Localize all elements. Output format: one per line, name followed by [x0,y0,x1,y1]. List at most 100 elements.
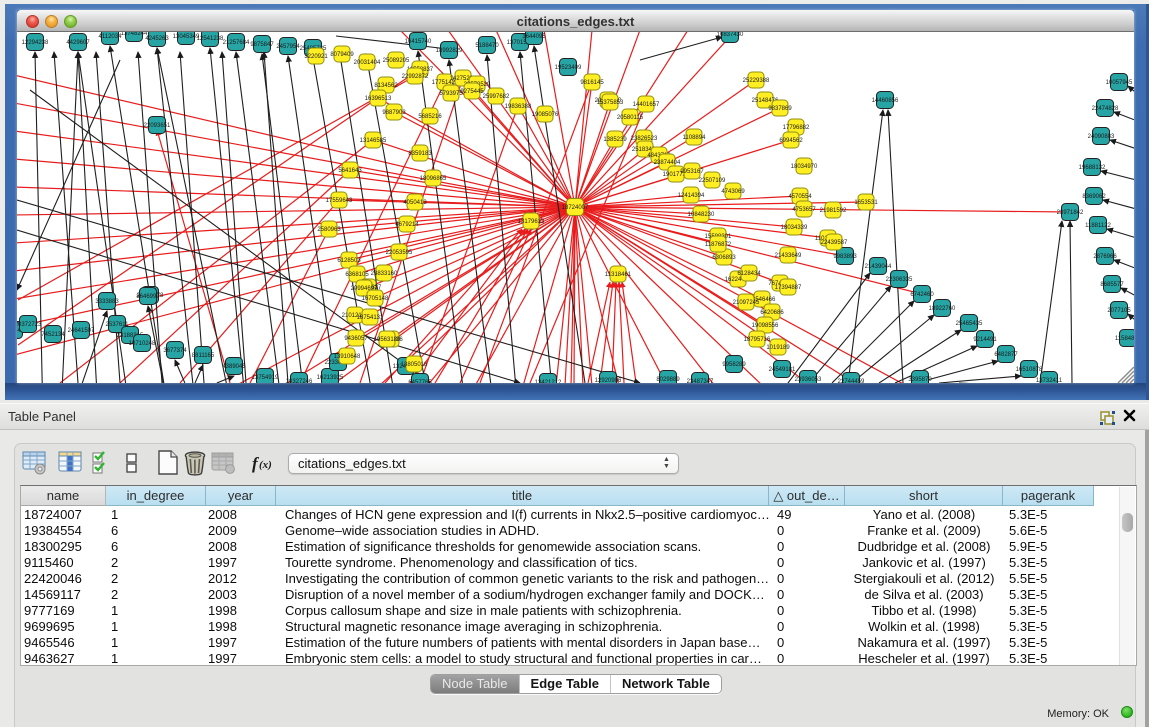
svg-text:7452134: 7452134 [41,332,65,338]
svg-text:6306893: 6306893 [712,255,736,261]
svg-text:13910648: 13910648 [334,354,361,360]
svg-text:16396513: 16396513 [365,96,392,102]
svg-text:6994562: 6994562 [779,138,803,144]
svg-text:17559643: 17559643 [326,198,353,204]
svg-text:4743069: 4743069 [721,189,745,195]
svg-text:6457765: 6457765 [408,380,432,383]
svg-text:11584847: 11584847 [1115,336,1134,342]
svg-text:11876872: 11876872 [705,242,732,248]
svg-text:9275445: 9275445 [460,89,484,95]
svg-text:19523409: 19523409 [555,65,582,71]
svg-text:8029889: 8029889 [656,377,680,383]
svg-text:15375853: 15375853 [597,100,624,106]
svg-text:1653531: 1653531 [854,200,878,206]
svg-text:20372723: 20372723 [17,322,42,328]
svg-text:13754919: 13754919 [252,375,279,381]
svg-text:11318461: 11318461 [605,272,632,278]
svg-text:12920906: 12920906 [595,378,622,383]
svg-text:6742460: 6742460 [910,292,934,298]
svg-text:8359183: 8359183 [408,151,432,157]
svg-text:9953167: 9953167 [680,169,704,175]
svg-text:2580963: 2580963 [317,227,341,233]
svg-text:19836388: 19836388 [505,104,532,110]
svg-text:25997682: 25997682 [483,94,510,100]
svg-text:12414394: 12414394 [678,193,705,199]
svg-text:6128434: 6128434 [737,271,761,277]
svg-text:21097245: 21097245 [733,300,760,306]
svg-text:22744459: 22744459 [838,379,865,383]
svg-text:13732411: 13732411 [1036,378,1063,383]
svg-text:8079409: 8079409 [330,52,354,58]
svg-text:20031404: 20031404 [354,60,381,66]
svg-text:10710248: 10710248 [129,341,156,347]
svg-text:1108894: 1108894 [683,135,707,141]
svg-text:9436057: 9436057 [344,336,368,342]
svg-text:3333883: 3333883 [95,299,119,305]
svg-text:8811165: 8811165 [192,353,215,359]
svg-text:8134562: 8134562 [374,83,398,89]
svg-text:5188470: 5188470 [475,43,499,49]
svg-text:9958289: 9958289 [722,362,746,368]
svg-text:9875847: 9875847 [250,42,274,48]
svg-text:(x): (x) [259,459,272,471]
svg-text:1019189: 1019189 [766,345,790,351]
svg-text:18724007: 18724007 [562,205,589,211]
svg-text:10327246: 10327246 [286,379,313,383]
svg-text:19563180: 19563180 [374,337,401,343]
svg-text:9837869: 9837869 [768,106,792,112]
svg-text:4389045: 4389045 [222,364,246,370]
svg-text:3677374: 3677374 [163,348,187,354]
svg-text:18754131: 18754131 [357,315,384,321]
svg-text:9983893: 9983893 [833,254,857,260]
svg-text:13179613: 13179613 [518,219,545,225]
svg-text:19098556: 19098556 [752,323,779,329]
svg-text:6128503: 6128503 [337,258,361,264]
svg-text:21257684: 21257684 [223,40,250,46]
svg-text:21981592: 21981592 [820,208,847,214]
svg-text:6482877: 6482877 [994,352,1018,358]
svg-text:25465435: 25465435 [956,321,983,327]
svg-text:22507109: 22507109 [699,178,726,184]
svg-text:4050413: 4050413 [403,200,427,206]
svg-text:8685577: 8685577 [1100,282,1124,288]
svg-text:24641507: 24641507 [68,328,95,334]
svg-text:6420686: 6420686 [760,310,784,316]
svg-text:10837430: 10837430 [717,32,744,38]
svg-text:17796882: 17796882 [783,125,810,131]
svg-text:4679214: 4679214 [395,222,419,228]
svg-text:4112034: 4112034 [99,34,123,40]
svg-text:12294238: 12294238 [22,40,49,46]
svg-text:8646997: 8646997 [136,294,160,300]
svg-text:18922760: 18922760 [929,306,956,312]
svg-text:13805018: 13805018 [401,362,428,368]
svg-text:22474828: 22474828 [1092,106,1119,112]
svg-text:3220921: 3220921 [304,54,328,60]
svg-text:11881122: 11881122 [1085,223,1111,229]
svg-text:1385239: 1385239 [603,137,627,143]
svg-text:16705148: 16705148 [362,296,389,302]
svg-text:2077105: 2077105 [1107,308,1131,314]
svg-text:13421212: 13421212 [535,380,562,383]
svg-text:2457954: 2457954 [276,44,300,50]
svg-text:18034339: 18034339 [781,225,808,231]
svg-text:3395870: 3395870 [908,377,932,383]
svg-text:13748244: 13748244 [121,32,148,37]
svg-text:23487347: 23487347 [687,379,714,383]
svg-text:24090883: 24090883 [1088,134,1115,140]
svg-text:3644095: 3644095 [522,34,546,40]
svg-text:14460856: 14460856 [872,98,899,104]
svg-text:21439044: 21439044 [865,264,892,270]
svg-text:23971842: 23971842 [1057,210,1084,216]
svg-text:16510878: 16510878 [1016,367,1043,373]
svg-text:4570554: 4570554 [788,194,812,200]
svg-text:6368105: 6368105 [345,272,369,278]
svg-text:22992872: 22992872 [402,74,429,80]
svg-text:23936053: 23936053 [795,377,822,383]
svg-text:10057945: 10057945 [1106,80,1133,86]
svg-text:18992829: 18992829 [436,48,463,54]
svg-text:21433649: 21433649 [775,253,802,259]
svg-text:18034970: 18034970 [791,164,818,170]
svg-text:24549181: 24549181 [769,367,796,373]
svg-text:22306335: 22306335 [886,277,913,283]
svg-text:22053595: 22053595 [386,250,413,256]
